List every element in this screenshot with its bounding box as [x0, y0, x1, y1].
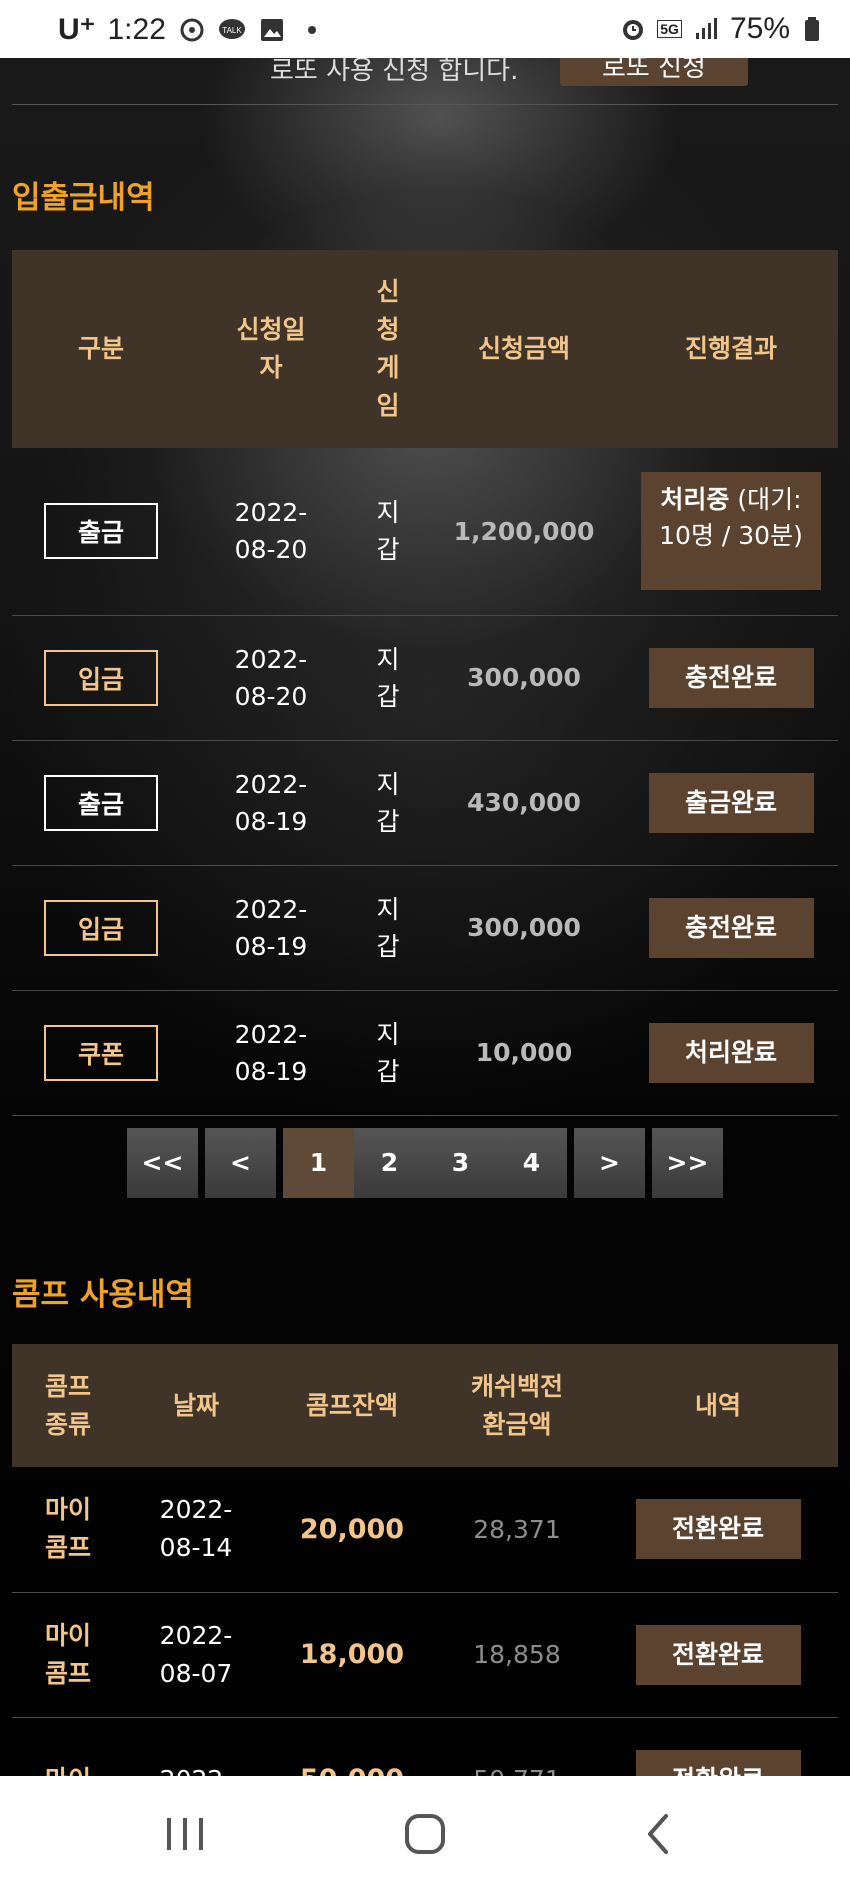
back-icon[interactable]: [630, 1804, 690, 1864]
converted-button[interactable]: 전환완료: [635, 1624, 801, 1685]
table-row: 마이 콤프 2022- 08-07 18,000 18,858 전환완료: [12, 1592, 838, 1718]
alarm-icon: [623, 20, 644, 40]
pagination: << < 1 2 3 4 > >>: [127, 1128, 723, 1198]
comp-type: 마이 콤프: [12, 1467, 124, 1593]
deposit-history-title: 입출금내역: [12, 180, 155, 216]
page-1-button[interactable]: 1: [283, 1128, 354, 1198]
request-game: 지갑: [352, 740, 424, 866]
sync-icon: [180, 18, 204, 41]
page-number-group: 1 2 3 4: [283, 1128, 567, 1198]
status-bar: U⁺ 1:22 TALK 5G 75%: [0, 0, 850, 58]
header-type: 구분: [77, 334, 124, 363]
clock: 1:22: [107, 12, 166, 46]
request-amount: 10,000: [424, 990, 624, 1116]
network-indicator: 5G: [657, 20, 682, 38]
battery-percent: 75%: [729, 12, 790, 45]
status-complete-button[interactable]: 충전완료: [648, 647, 814, 708]
header-cashback: 캐쉬백전환금액: [470, 1371, 563, 1439]
comp-history-title: 콤프 사용내역: [12, 1277, 194, 1313]
page-3-button[interactable]: 3: [425, 1128, 496, 1198]
comp-date: 2022- 08-14: [124, 1467, 268, 1593]
system-nav-bar: [0, 1776, 850, 1889]
comp-type: 마이 콤프: [12, 1592, 124, 1718]
home-icon[interactable]: [395, 1804, 455, 1864]
request-game: 지갑: [352, 615, 424, 741]
request-date: 2022- 08-20: [190, 448, 352, 616]
carrier-label: U⁺: [58, 13, 96, 46]
request-amount: 300,000: [424, 865, 624, 991]
type-badge-withdraw: 출금: [44, 503, 158, 560]
request-game: 지갑: [352, 990, 424, 1116]
next-page-button[interactable]: >: [574, 1128, 645, 1198]
converted-button[interactable]: 전환완료: [635, 1499, 801, 1560]
comp-date: 2022- 08-07: [124, 1592, 268, 1718]
table-row: 출금 2022- 08-20 지갑 1,200,000 처리중 (대기: 10명 …: [12, 448, 838, 616]
cashback-amount: 18,858: [436, 1592, 598, 1718]
request-date: 2022- 08-20: [190, 615, 352, 741]
header-date: 신청일자: [236, 315, 306, 382]
gallery-icon: [260, 18, 283, 41]
page-4-button[interactable]: 4: [496, 1128, 567, 1198]
header-result: 진행결과: [684, 334, 777, 363]
svg-text:TALK: TALK: [222, 26, 242, 35]
top-strip: 로또 사용 신청 합니다. 로또 신청: [0, 58, 850, 104]
last-page-button[interactable]: >>: [652, 1128, 723, 1198]
request-amount: 430,000: [424, 740, 624, 866]
dot-icon: [307, 25, 316, 34]
cashback-amount: 28,371: [436, 1467, 598, 1593]
recent-apps-icon[interactable]: [155, 1804, 215, 1864]
header-game: 신청게임: [376, 277, 400, 420]
deposit-history-table: 구분 신청일자 신청게임 신청금액 진행결과 출금 2022- 08-20 지갑 …: [12, 250, 838, 1116]
header-comp-type: 콤프종류: [44, 1371, 91, 1439]
signal-icon: [695, 18, 717, 39]
comp-history-table: 콤프종류 날짜 콤프잔액 캐쉬백전환금액 내역 마이 콤프 2022- 08-14 …: [12, 1344, 838, 1843]
table-row: 입금 2022- 08-20 지갑 300,000 충전완료: [12, 615, 838, 741]
comp-balance: 20,000: [268, 1467, 436, 1593]
table-row: 쿠폰 2022- 08-19 지갑 10,000 처리완료: [12, 990, 838, 1116]
table-header: 콤프종류 날짜 콤프잔액 캐쉬백전환금액 내역: [12, 1344, 838, 1467]
first-page-button[interactable]: <<: [127, 1128, 198, 1198]
header-date: 날짜: [172, 1390, 219, 1420]
table-row: 입금 2022- 08-19 지갑 300,000 충전완료: [12, 865, 838, 991]
talk-icon: TALK: [218, 18, 245, 39]
request-amount: 300,000: [424, 615, 624, 741]
battery-icon: [805, 17, 819, 41]
type-badge-withdraw: 출금: [44, 774, 158, 831]
type-badge-deposit: 입금: [44, 899, 158, 956]
top-notice-text: 로또 사용 신청 합니다.: [270, 58, 519, 86]
table-header: 구분 신청일자 신청게임 신청금액 진행결과: [12, 250, 838, 448]
prev-page-button[interactable]: <: [205, 1128, 276, 1198]
divider: [12, 104, 838, 105]
status-complete-button[interactable]: 처리완료: [648, 1022, 814, 1083]
comp-balance: 18,000: [268, 1592, 436, 1718]
status-pending-button[interactable]: 처리중 (대기: 10명 / 30분): [641, 472, 821, 591]
header-history: 내역: [694, 1390, 741, 1420]
request-date: 2022- 08-19: [190, 740, 352, 866]
header-comp-balance: 콤프잔액: [305, 1390, 398, 1420]
table-row: 마이 콤프 2022- 08-14 20,000 28,371 전환완료: [12, 1467, 838, 1593]
status-complete-button[interactable]: 충전완료: [648, 897, 814, 958]
table-row: 출금 2022- 08-19 지갑 430,000 출금완료: [12, 740, 838, 866]
request-game: 지갑: [352, 865, 424, 991]
request-date: 2022- 08-19: [190, 865, 352, 991]
header-amount: 신청금액: [477, 334, 570, 363]
type-badge-deposit: 입금: [44, 649, 158, 706]
request-amount: 1,200,000: [424, 448, 624, 616]
status-complete-button[interactable]: 출금완료: [648, 772, 814, 833]
request-date: 2022- 08-19: [190, 990, 352, 1116]
type-badge-coupon: 쿠폰: [44, 1024, 158, 1081]
page-2-button[interactable]: 2: [354, 1128, 425, 1198]
request-game: 지갑: [352, 448, 424, 616]
top-apply-button[interactable]: 로또 신청: [560, 58, 748, 86]
